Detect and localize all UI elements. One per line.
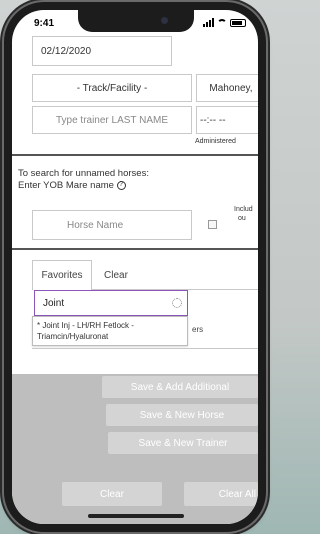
- camera-icon: [161, 17, 168, 24]
- administered-label: Administered: [195, 138, 236, 145]
- loading-spinner-icon: [172, 298, 182, 308]
- medication-search-value: Joint: [43, 297, 65, 309]
- section-divider-2: [12, 248, 258, 250]
- suggestion-line2: Triamcin/Hyaluronat: [37, 332, 109, 341]
- unnamed-hint-line2: Enter YOB Mare name ?: [18, 180, 126, 192]
- notch: [78, 10, 194, 32]
- date-input[interactable]: 02/12/2020: [32, 36, 172, 66]
- horse-name-placeholder: Horse Name: [67, 219, 124, 231]
- include-checkbox[interactable]: [208, 220, 217, 229]
- include-label-line1: Includ: [234, 206, 253, 213]
- horse-name-input[interactable]: Horse Name: [32, 210, 192, 240]
- section-divider: [12, 154, 258, 156]
- phone-frame: 9:41 02/12/2020 - Track/Facility - Mahon…: [4, 2, 266, 532]
- trainer-search-placeholder: Type trainer LAST NAME: [55, 114, 169, 126]
- time-input[interactable]: --:-- --: [196, 106, 258, 134]
- include-label-line2: ou: [238, 215, 246, 222]
- trainer-selected-value: Mahoney,: [209, 82, 253, 94]
- suggestion-line1: * Joint Inj - LH/RH Fetlock -: [37, 321, 134, 330]
- autocomplete-suggestion[interactable]: * Joint Inj - LH/RH Fetlock - Triamcin/H…: [32, 316, 188, 346]
- tab-favorites-label: Favorites: [41, 270, 83, 281]
- home-indicator[interactable]: [88, 514, 184, 518]
- date-value: 02/12/2020: [41, 45, 92, 57]
- help-icon[interactable]: ?: [116, 180, 126, 190]
- signal-icon: [203, 18, 214, 27]
- trainer-select[interactable]: Mahoney,: [196, 74, 258, 102]
- time-value: --:-- --: [200, 114, 226, 126]
- save-new-trainer-button[interactable]: Save & New Trainer: [108, 432, 258, 454]
- track-facility-label: - Track/Facility -: [76, 82, 148, 94]
- clear-all-button[interactable]: Clear All: [184, 482, 258, 506]
- section-border: [32, 348, 258, 349]
- tab-clear[interactable]: Clear: [96, 260, 136, 290]
- partial-label: ers: [192, 325, 204, 334]
- battery-icon: [230, 18, 246, 27]
- save-new-horse-button[interactable]: Save & New Horse: [106, 404, 258, 426]
- save-add-additional-button[interactable]: Save & Add Additional: [102, 376, 258, 398]
- tab-favorites[interactable]: Favorites: [32, 260, 92, 290]
- clear-button[interactable]: Clear: [62, 482, 162, 506]
- app-screen: 9:41 02/12/2020 - Track/Facility - Mahon…: [12, 10, 258, 524]
- wifi-icon: [217, 18, 227, 27]
- trainer-search-input[interactable]: Type trainer LAST NAME: [32, 106, 192, 134]
- track-facility-select[interactable]: - Track/Facility -: [32, 74, 192, 102]
- medication-search-input[interactable]: Joint: [34, 290, 188, 316]
- unnamed-hint-line1: To search for unnamed horses:: [18, 168, 149, 179]
- status-time: 9:41: [34, 18, 55, 29]
